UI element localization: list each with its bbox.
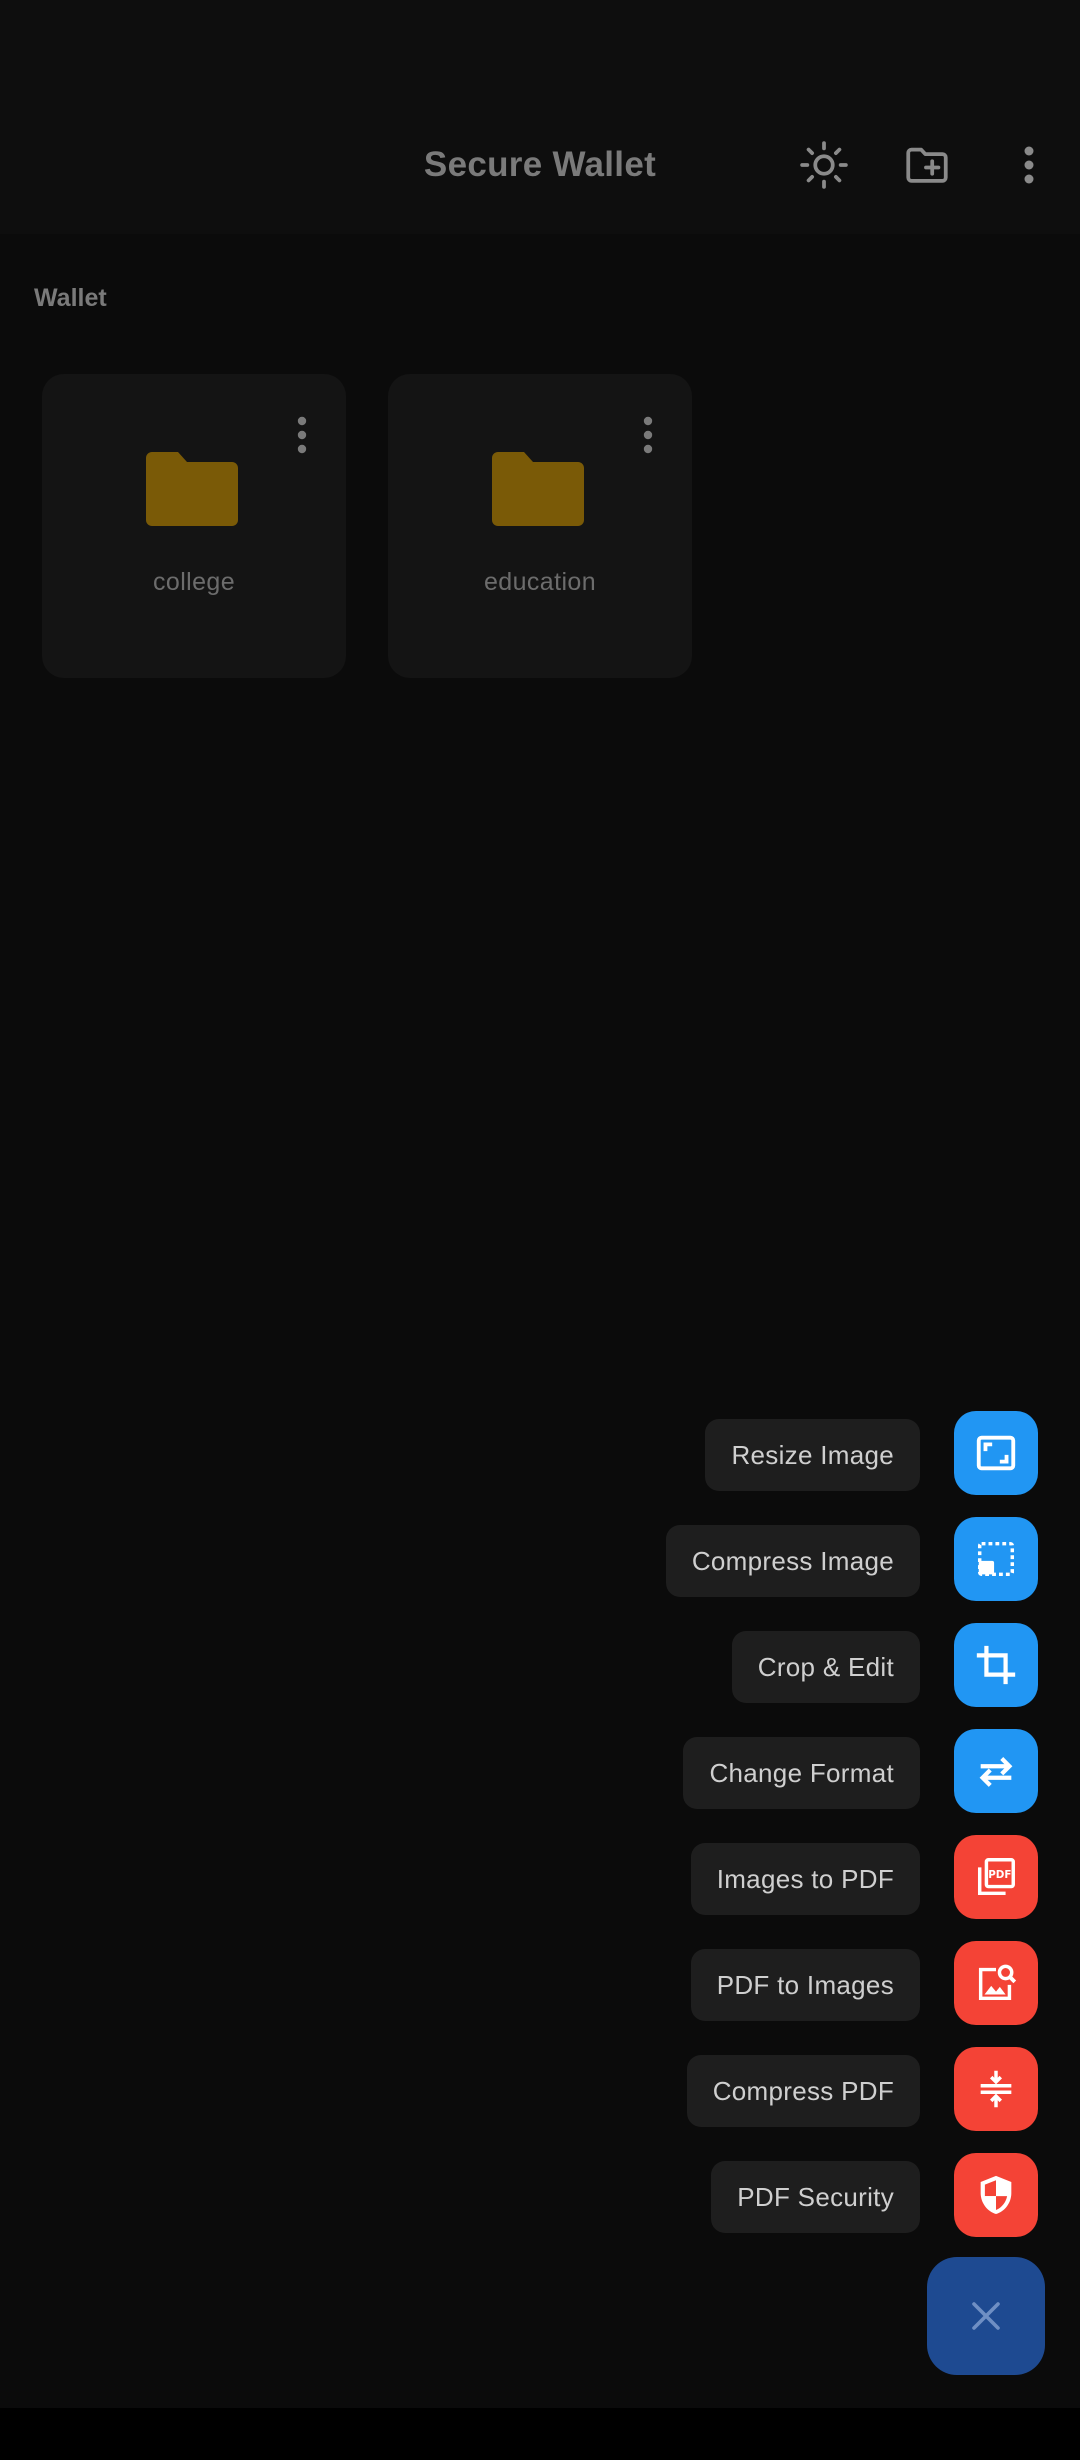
compress-image-label[interactable]: Compress Image	[665, 1525, 920, 1597]
speed-dial-resize-image[interactable]: Resize Image	[0, 1411, 1080, 1495]
folder-icon	[492, 452, 584, 526]
resize-image-button[interactable]	[954, 1411, 1038, 1495]
close-icon	[972, 2302, 1000, 2330]
compress-image-button[interactable]	[954, 1517, 1038, 1601]
speed-dial-crop-edit[interactable]: Crop & Edit	[0, 1623, 1080, 1707]
swap-icon	[979, 1757, 1013, 1787]
speed-dial-compress-image[interactable]: Compress Image	[0, 1517, 1080, 1601]
resize-image-label[interactable]: Resize Image	[705, 1419, 920, 1491]
crop-icon	[976, 1645, 1016, 1685]
compress-image-icon	[977, 1541, 1015, 1577]
compress-pdf-button[interactable]	[954, 2047, 1038, 2131]
pdf-to-images-button[interactable]	[954, 1941, 1038, 2025]
folder-icon	[146, 452, 238, 526]
theme-toggle-button[interactable]	[791, 132, 857, 198]
more-vert-icon[interactable]	[642, 416, 654, 454]
folder-name: education	[483, 568, 597, 596]
brightness-icon	[800, 141, 848, 189]
crop-edit-label[interactable]: Crop & Edit	[731, 1631, 920, 1703]
navigation-bar	[0, 2408, 1080, 2460]
speed-dial-compress-pdf[interactable]: Compress PDF	[0, 2047, 1080, 2131]
speed-dial-change-format[interactable]: Change Format	[0, 1729, 1080, 1813]
image-search-icon	[978, 1964, 1017, 2001]
crop-edit-button[interactable]	[954, 1623, 1038, 1707]
more-vert-icon[interactable]	[296, 416, 308, 454]
shield-icon	[980, 2175, 1012, 2214]
picture-as-pdf-icon: PDF	[977, 1858, 1015, 1896]
pdf-to-images-label[interactable]: PDF to Images	[690, 1949, 920, 2021]
section-title: Wallet	[34, 284, 107, 312]
speed-dial-pdf-to-images[interactable]: PDF to Images	[0, 1941, 1080, 2025]
images-to-pdf-button[interactable]: PDF	[954, 1835, 1038, 1919]
change-format-label[interactable]: Change Format	[683, 1737, 920, 1809]
overflow-menu-button[interactable]	[996, 132, 1062, 198]
speed-dial-close-button[interactable]	[927, 2257, 1045, 2375]
compress-pdf-label[interactable]: Compress PDF	[686, 2055, 920, 2127]
speed-dial-pdf-security[interactable]: PDF Security	[0, 2153, 1080, 2237]
pdf-security-button[interactable]	[954, 2153, 1038, 2237]
svg-text:PDF: PDF	[988, 1869, 1011, 1881]
pdf-security-label[interactable]: PDF Security	[711, 2161, 920, 2233]
folder-card-college[interactable]: college	[42, 374, 346, 678]
images-to-pdf-label[interactable]: Images to PDF	[690, 1843, 920, 1915]
status-bar	[0, 0, 1080, 96]
speed-dial-images-to-pdf[interactable]: Images to PDF PDF	[0, 1835, 1080, 1919]
folder-card-education[interactable]: education	[388, 374, 692, 678]
new-folder-icon	[906, 147, 948, 183]
compress-icon	[980, 2070, 1012, 2108]
add-folder-button[interactable]	[894, 132, 960, 198]
app-bar: Secure Wallet	[0, 96, 1080, 234]
resize-image-icon	[976, 1435, 1016, 1471]
folder-name: college	[152, 568, 236, 596]
more-vert-icon	[1024, 146, 1034, 184]
change-format-button[interactable]	[954, 1729, 1038, 1813]
